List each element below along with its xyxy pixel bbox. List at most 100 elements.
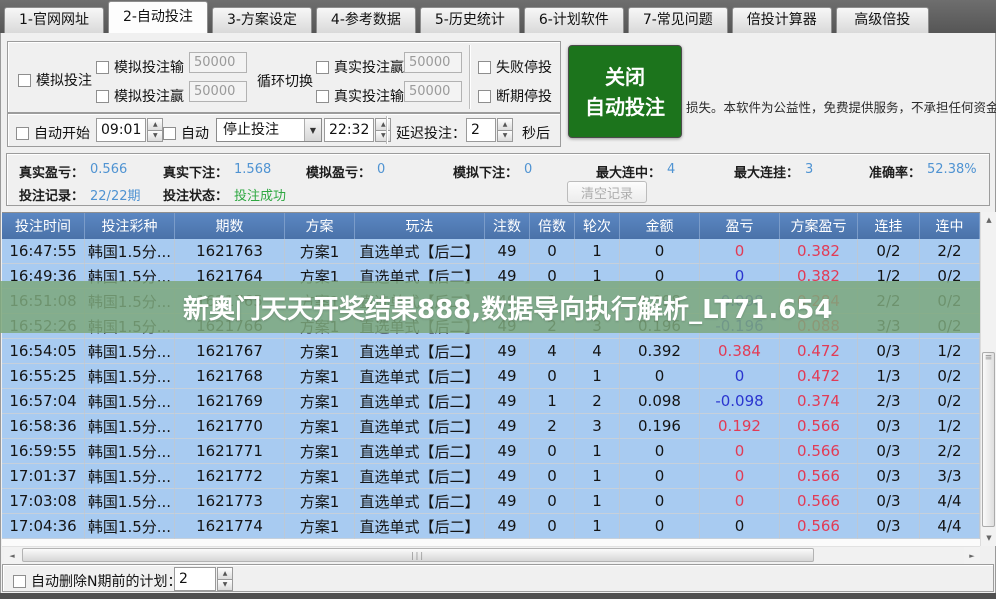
column-header[interactable]: 投注彩种 <box>85 213 175 239</box>
accuracy-value: 52.38% <box>927 162 977 181</box>
stop-mode-dropdown[interactable]: 停止投注 ▼ <box>216 118 322 142</box>
table-row[interactable]: 16:59:55韩国1.5分...1621771方案1直选单式【后二】49010… <box>2 439 980 464</box>
cell-period: 1621763 <box>175 239 285 264</box>
column-header[interactable]: 连挂 <box>858 213 920 239</box>
watermark-banner: 新奥门天天开奖结果888,数据导向执行解析_LT71.654 <box>0 281 996 333</box>
tab-5[interactable]: 5-历史统计 <box>420 7 520 33</box>
table-row[interactable]: 17:04:36韩国1.5分...1621774方案1直选单式【后二】49010… <box>2 514 980 539</box>
cell-amount: 0 <box>620 464 700 489</box>
vertical-scroll-thumb[interactable]: ≡ <box>982 352 995 527</box>
tab-1[interactable]: 1-官网网址 <box>4 7 104 33</box>
cell-streak_lose: 2/3 <box>858 389 920 414</box>
column-header[interactable]: 投注时间 <box>2 213 85 239</box>
table-row[interactable]: 16:57:04韩国1.5分...1621769方案1直选单式【后二】49120… <box>2 389 980 414</box>
table-row[interactable]: 17:03:08韩国1.5分...1621773方案1直选单式【后二】49010… <box>2 489 980 514</box>
table-row[interactable]: 16:58:36韩国1.5分...1621770方案1直选单式【后二】49230… <box>2 414 980 439</box>
sim-lose-checkbox[interactable]: 模拟投注输 <box>96 57 184 77</box>
cell-play: 直选单式【后二】 <box>355 364 485 389</box>
cell-streak_win: 4/4 <box>920 514 980 539</box>
cell-streak_lose: 0/3 <box>858 414 920 439</box>
checkbox-icon <box>16 127 29 140</box>
cell-streak_lose: 0/3 <box>858 464 920 489</box>
spinner-down-icon[interactable]: ▼ <box>147 130 163 143</box>
tab-8[interactable]: 倍投计算器 <box>732 7 832 33</box>
sim-lose-input[interactable] <box>189 52 247 73</box>
real-win-checkbox[interactable]: 真实投注赢 <box>316 57 404 77</box>
scroll-up-icon[interactable]: ▲ <box>981 212 996 228</box>
horizontal-scroll-thumb[interactable]: ||| <box>22 548 814 562</box>
cell-plan_profit: 0.472 <box>780 339 858 364</box>
auto-checkbox[interactable]: 自动 <box>163 123 209 143</box>
column-header[interactable]: 注数 <box>485 213 530 239</box>
tab-9[interactable]: 高级倍投 <box>836 7 929 33</box>
real-lose-checkbox[interactable]: 真实投注输 <box>316 86 404 106</box>
cell-plan_profit: 0.566 <box>780 514 858 539</box>
close-auto-bet-button[interactable]: 关闭 自动投注 <box>568 45 682 138</box>
cell-plan_profit: 0.566 <box>780 414 858 439</box>
checkbox-icon <box>163 127 176 140</box>
scroll-right-icon[interactable]: ► <box>964 547 980 564</box>
sim-bet-checkbox[interactable]: 模拟投注 <box>18 70 92 90</box>
column-header[interactable]: 盈亏 <box>700 213 780 239</box>
column-header[interactable]: 连中 <box>920 213 980 239</box>
cell-plan: 方案1 <box>285 364 355 389</box>
chevron-down-icon[interactable]: ▼ <box>304 119 321 141</box>
clear-records-button[interactable]: 清空记录 <box>567 181 647 203</box>
real-bet-label: 真实下注： <box>163 162 228 181</box>
vertical-scrollbar[interactable]: ▲ ≡ ▼ <box>980 212 996 546</box>
cell-multiple: 0 <box>530 364 575 389</box>
fail-stop-checkbox[interactable]: 失败停投 <box>478 57 552 77</box>
cell-bets: 49 <box>485 489 530 514</box>
auto-delete-checkbox[interactable]: 自动删除N期前的计划： <box>13 571 181 591</box>
auto-start-label: 自动开始 <box>34 123 90 143</box>
delay-spinner[interactable]: 2 ▲▼ <box>466 118 513 142</box>
table-row[interactable]: 16:55:25韩国1.5分...1621768方案1直选单式【后二】49010… <box>2 364 980 389</box>
column-header[interactable]: 期数 <box>175 213 285 239</box>
break-stop-checkbox[interactable]: 断期停投 <box>478 86 552 106</box>
cell-profit: 0.192 <box>700 414 780 439</box>
cell-streak_lose: 0/3 <box>858 489 920 514</box>
real-win-input[interactable] <box>404 52 462 73</box>
cell-streak_win: 1/2 <box>920 414 980 439</box>
cell-round: 1 <box>575 464 620 489</box>
column-header[interactable]: 方案 <box>285 213 355 239</box>
scroll-left-icon[interactable]: ◄ <box>4 547 20 564</box>
cell-bets: 49 <box>485 389 530 414</box>
start-time-spinner[interactable]: 09:01 ▲▼ <box>96 118 163 142</box>
stop-mode-value: 停止投注 <box>217 119 304 141</box>
spinner-down-icon[interactable]: ▼ <box>217 579 233 592</box>
tab-7[interactable]: 7-常见问题 <box>628 7 728 33</box>
cell-plan: 方案1 <box>285 389 355 414</box>
column-header[interactable]: 方案盈亏 <box>780 213 858 239</box>
tab-4[interactable]: 4-参考数据 <box>316 7 416 33</box>
sim-bet-label: 模拟投注 <box>36 70 92 90</box>
column-header[interactable]: 金额 <box>620 213 700 239</box>
tab-2[interactable]: 2-自动投注 <box>108 1 208 33</box>
cell-amount: 0.392 <box>620 339 700 364</box>
tab-6[interactable]: 6-计划软件 <box>524 7 624 33</box>
spinner-down-icon[interactable]: ▼ <box>375 130 391 143</box>
column-header[interactable]: 轮次 <box>575 213 620 239</box>
scroll-down-icon[interactable]: ▼ <box>981 530 996 546</box>
tab-3[interactable]: 3-方案设定 <box>212 7 312 33</box>
cell-plan_profit: 0.382 <box>780 239 858 264</box>
spinner-down-icon[interactable]: ▼ <box>497 130 513 143</box>
column-header[interactable]: 倍数 <box>530 213 575 239</box>
cell-play: 直选单式【后二】 <box>355 389 485 414</box>
sim-win-input[interactable] <box>189 81 247 102</box>
cell-streak_lose: 1/3 <box>858 364 920 389</box>
checkbox-icon <box>316 90 329 103</box>
table-row[interactable]: 17:01:37韩国1.5分...1621772方案1直选单式【后二】49010… <box>2 464 980 489</box>
loop-switch-label: 循环切换 <box>257 71 313 91</box>
sim-win-checkbox[interactable]: 模拟投注赢 <box>96 86 184 106</box>
table-row[interactable]: 16:47:55韩国1.5分...1621763方案1直选单式【后二】49010… <box>2 239 980 264</box>
column-header[interactable]: 玩法 <box>355 213 485 239</box>
auto-delete-spinner[interactable]: 2 ▲▼ <box>174 567 233 591</box>
real-lose-input[interactable] <box>404 81 462 102</box>
cell-play: 直选单式【后二】 <box>355 339 485 364</box>
cell-streak_win: 0/2 <box>920 389 980 414</box>
auto-start-checkbox[interactable]: 自动开始 <box>16 123 90 143</box>
horizontal-scrollbar[interactable]: ◄ ||| ► <box>2 546 980 563</box>
table-row[interactable]: 16:54:05韩国1.5分...1621767方案1直选单式【后二】49440… <box>2 339 980 364</box>
stop-time-spinner[interactable]: 22:32 ▲▼ <box>324 118 391 142</box>
